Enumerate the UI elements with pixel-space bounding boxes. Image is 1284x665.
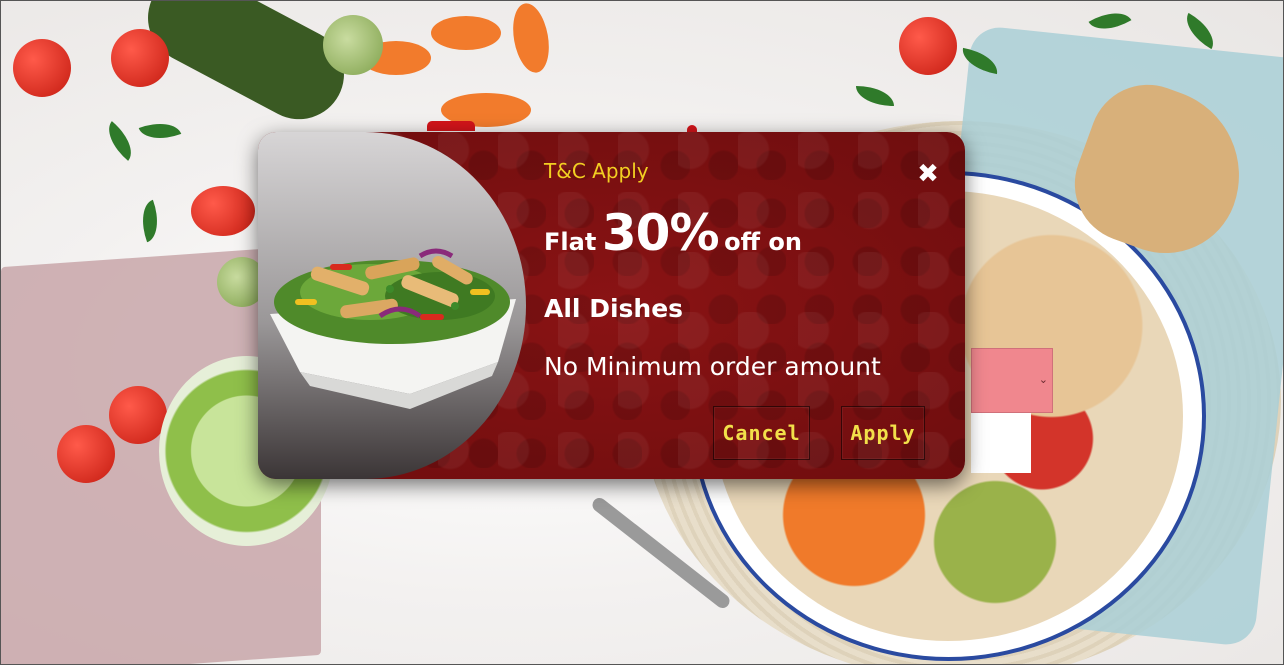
apply-button[interactable]: Apply [841, 406, 925, 460]
terms-label[interactable]: T&C Apply [544, 159, 649, 183]
cancel-button[interactable]: Cancel [713, 406, 810, 460]
brussels-sprout [323, 15, 383, 75]
carrot-slice [431, 16, 501, 50]
discount-value: 30% [601, 204, 720, 262]
parsley-leaf [856, 86, 894, 106]
off-on-label: off on [724, 228, 802, 256]
parsley-leaf [1088, 2, 1132, 40]
offer-scope: All Dishes [544, 294, 684, 323]
tomato [13, 39, 71, 97]
carrot-slice [508, 1, 554, 76]
dish-image-panel [258, 132, 526, 479]
salad-dish-image [270, 248, 516, 409]
flat-label: Flat [544, 228, 597, 256]
dropdown-select[interactable]: ⌄ [971, 348, 1053, 413]
parsley-leaf [1178, 12, 1222, 50]
red-tab-edge [427, 121, 475, 131]
tomato [191, 186, 255, 236]
tomato [111, 29, 169, 87]
basil-leaf [138, 115, 182, 147]
tomato [57, 425, 115, 483]
white-panel [971, 413, 1031, 473]
min-order-text: No Minimum order amount [544, 352, 881, 381]
basil-leaf [99, 121, 141, 161]
discount-headline: Flat 30% off on [544, 204, 802, 262]
chevron-down-icon: ⌄ [1038, 373, 1048, 386]
tomato [109, 386, 167, 444]
basil-leaf [134, 199, 166, 243]
close-icon[interactable]: ✖ [914, 160, 942, 188]
tomato [899, 17, 957, 75]
offer-modal: T&C Apply ✖ Flat 30% off on All Dishes N… [258, 132, 965, 479]
